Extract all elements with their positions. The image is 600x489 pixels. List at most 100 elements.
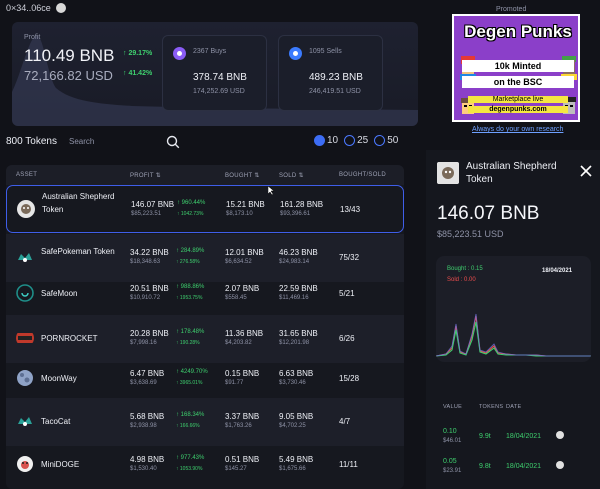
tx-tokens: 9.8t (479, 463, 491, 470)
bought-usd: $1,763.26 (225, 423, 252, 429)
bought-bnb: 0.15 BNB (225, 369, 260, 378)
wallet-address-text: 0×34..06ce (6, 3, 51, 13)
page-size-10-label: 10 (327, 135, 339, 146)
mouse-cursor-icon (268, 186, 275, 195)
bought-sold-ratio: 75/32 (339, 253, 360, 262)
profit-bnb: 146.07 BNB (131, 200, 175, 209)
bought-usd: $558.45 (225, 295, 247, 301)
page-size-10[interactable]: 10 (314, 135, 338, 146)
profit-usd: $85,223.51 (131, 211, 162, 217)
sold-bnb: 9.05 BNB (279, 412, 314, 421)
bought-usd: $91.77 (225, 380, 244, 386)
bought-bnb: 15.21 BNB (226, 200, 265, 209)
promo-banner[interactable]: Degen Punks 10k Minted on the BSC Market… (452, 14, 580, 122)
sold-bnb: 161.28 BNB (280, 200, 324, 209)
header-profit[interactable]: PROFIT ⇅ (130, 172, 161, 179)
moonway-logo-icon (17, 370, 33, 386)
sold-bnb: 6.63 BNB (279, 369, 314, 378)
bought-usd: $145.27 (225, 466, 247, 472)
tx-usd: $23.91 (443, 468, 462, 474)
page: 0×34..06ce Profit 110.49 BNB 72,166.82 U… (0, 0, 600, 489)
promo-title: Degen Punks (464, 22, 572, 41)
profit-pct-usd: ↑ 1953.75% (176, 295, 203, 301)
sold-bnb: 46.23 BNB (279, 248, 318, 257)
detail-token-name: Australian Shepherd Token (466, 161, 557, 185)
bought-usd: $4,203.82 (225, 340, 252, 346)
tx-value: 0.05 (443, 458, 457, 465)
profit-bnb: 4.98 BNB (130, 455, 165, 464)
table-row[interactable]: TacoCat 5.68 BNB $2,938.98 ↑ 168.34% ↑ 1… (6, 398, 404, 446)
bought-usd: $6,634.52 (225, 259, 252, 265)
tacocat-logo-icon (18, 417, 32, 426)
token-detail-panel: Australian Shepherd Token 146.07 BNB $85… (426, 150, 600, 489)
bought-sold-ratio: 15/28 (339, 374, 360, 383)
page-size-25-label: 25 (357, 135, 369, 146)
profit-pct-usd: ↑ 3965.01% (176, 380, 203, 386)
wallet-avatar-icon (55, 3, 66, 13)
profit-bnb: 110.49 BNB (24, 46, 115, 65)
sold-usd: $3,730.46 (279, 380, 306, 386)
pornrocket-logo-icon (16, 333, 34, 343)
header-sold[interactable]: SOLD ⇅ (279, 172, 304, 179)
bought-bnb: 11.36 BNB (225, 329, 264, 338)
wallet-address[interactable]: 0×34..06ce (6, 3, 66, 13)
tx-usd: $46.01 (443, 438, 462, 444)
trade-chart-lines (436, 313, 591, 357)
sold-usd: $12,201.98 (279, 340, 310, 346)
profit-pct-usd: ↑ 166.66% (176, 423, 200, 429)
page-size-25[interactable]: 25 (344, 135, 368, 146)
page-size-selector: 10 25 50 (314, 135, 400, 146)
minidoge-logo-icon (17, 456, 33, 472)
sells-bnb: 489.23 BNB (309, 72, 363, 83)
header-bought[interactable]: BOUGHT ⇅ (225, 172, 260, 179)
profit-bnb: 20.51 BNB (130, 284, 169, 293)
token-name: Australian Shepherd Token (42, 192, 115, 214)
profit-usd: $2,938.98 (130, 423, 157, 429)
bought-bnb: 0.51 BNB (225, 455, 260, 464)
tx-value: 0.10 (443, 428, 457, 435)
token-name: PORNROCKET (41, 334, 98, 343)
explorer-link-icon[interactable] (556, 431, 564, 439)
table-row[interactable]: MoonWay 6.47 BNB $3,638.69 ↑ 4249.70% ↑ … (6, 355, 404, 403)
dog-icon (17, 200, 35, 218)
table-row[interactable]: Australian Shepherd Token 146.07 BNB $85… (6, 185, 404, 233)
bought-sold-ratio: 4/7 (339, 417, 351, 426)
research-link[interactable]: Always do your own research (472, 126, 563, 133)
detail-usd: $85,223.51 USD (437, 229, 504, 239)
profit-pct-usd: ↑ 190.28% (176, 340, 200, 346)
token-name: MiniDOGE (41, 460, 80, 469)
search-input[interactable]: Search (69, 137, 94, 146)
promo-line3: Marketplace live (468, 96, 568, 103)
detail-bnb: 146.07 BNB (437, 203, 540, 224)
sells-card: 1095 Sells 489.23 BNB 246,419.51 USD (278, 35, 383, 111)
profit-bnb: 20.28 BNB (130, 329, 169, 338)
profit-pct-usd: ↑ 276.58% (176, 259, 200, 265)
tokens-table: ASSET PROFIT ⇅ BOUGHT ⇅ SOLD ⇅ BOUGHT/SO… (6, 165, 404, 489)
promo-line1: 10k Minted (462, 60, 574, 72)
profit-pct: ↑ 977.43% (176, 455, 205, 461)
page-size-50[interactable]: 50 (374, 135, 398, 146)
explorer-link-icon[interactable] (556, 461, 564, 469)
close-icon[interactable] (579, 164, 593, 178)
table-row[interactable]: SafeMoon 20.51 BNB $10,910.72 ↑ 988.86% … (6, 270, 404, 318)
bought-sold-ratio: 6/26 (339, 334, 355, 343)
tx-header-value: VALUE (443, 404, 463, 410)
tx-row[interactable]: 0.10 $46.01 9.9t 18/04/2021 (426, 426, 600, 456)
profit-summary: Profit 110.49 BNB 72,166.82 USD ↑ 29.17%… (12, 22, 418, 126)
sells-usd: 246,419.51 USD (309, 88, 361, 95)
profit-pct-usd: ↑ 1042.73% (177, 211, 204, 217)
tx-row[interactable]: 0.05 $23.91 9.8t 18/04/2021 (426, 456, 600, 486)
radio-icon (374, 135, 386, 146)
header-ratio: BOUGHT/SOLD (339, 172, 386, 178)
sells-dot-icon (289, 47, 302, 60)
page-size-50-label: 50 (387, 135, 399, 146)
profit-bnb: 5.68 BNB (130, 412, 165, 421)
profit-bnb: 6.47 BNB (130, 369, 165, 378)
tokens-count: 800 Tokens (6, 136, 57, 147)
token-name: SafeMoon (41, 289, 78, 298)
tx-header-tokens: TOKENS (479, 404, 504, 410)
table-row[interactable]: MiniDOGE 4.98 BNB $1,530.40 ↑ 977.43% ↑ … (6, 441, 404, 489)
header-asset[interactable]: ASSET (16, 172, 37, 178)
search-icon[interactable] (166, 135, 180, 149)
tx-date: 18/04/2021 (506, 463, 542, 470)
